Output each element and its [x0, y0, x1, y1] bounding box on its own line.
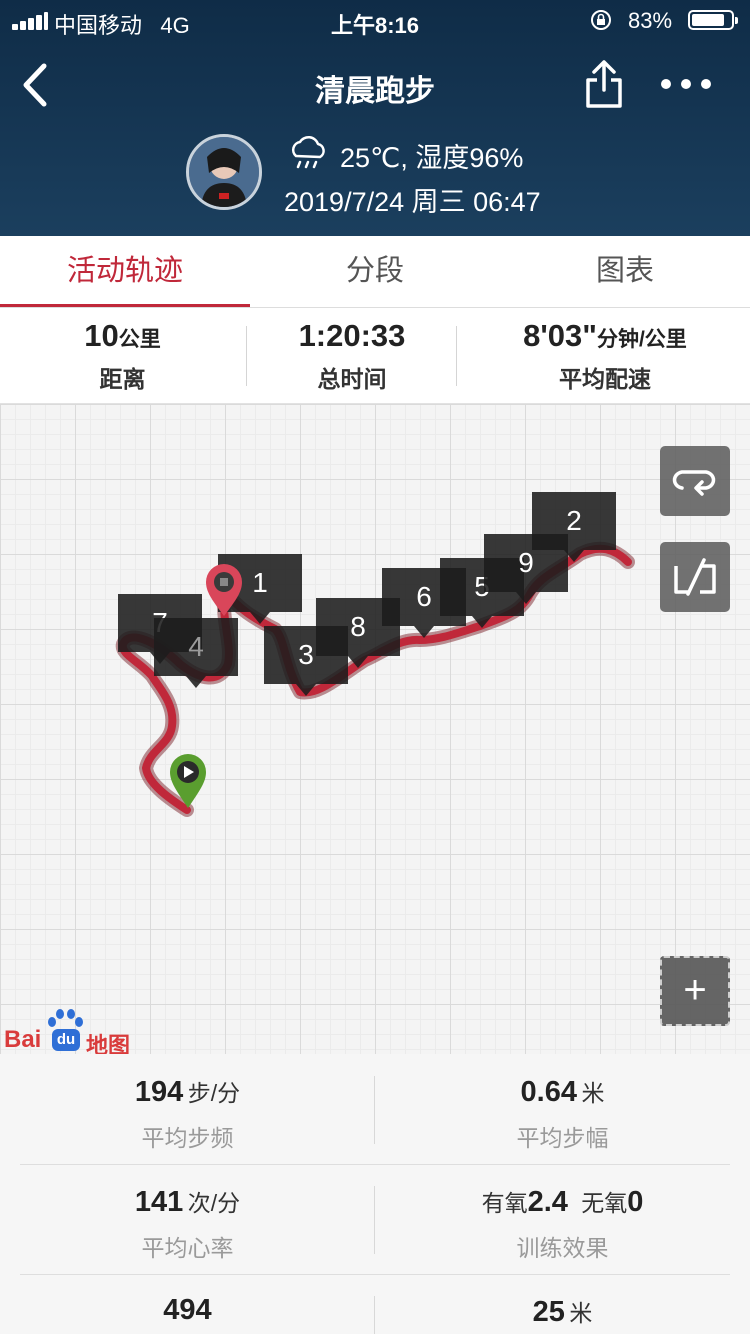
map-layer-toggle-button[interactable]: [660, 542, 730, 612]
tab-bar: 活动轨迹 分段 图表: [0, 236, 750, 308]
row-divider: [20, 1274, 730, 1275]
avg-heart-rate-label: 平均心率: [141, 1235, 234, 1261]
cloud-rain-icon: [291, 135, 325, 169]
distance-label: 距离: [99, 366, 146, 392]
more-button[interactable]: [656, 66, 716, 102]
rotation-lock-icon: [591, 10, 611, 30]
header: 中国移动 4G 上午8:16 83% 清晨跑步 25℃, 湿度96% 2019/…: [0, 0, 750, 236]
total-time-value: 1:20:33: [298, 318, 406, 353]
stats-panel: 194 步/分 平均步频 0.64 米 平均步幅 141 次/分 平均心率 有氧…: [0, 1054, 750, 1334]
row-divider: [20, 1164, 730, 1165]
route-track: [115, 541, 635, 817]
total-time-label: 总时间: [317, 366, 387, 392]
pace-unit: 分钟/公里: [596, 328, 687, 351]
pace-summary: 8'03"分钟/公里 平均配速: [480, 318, 730, 394]
baidu-logo-text: Bai: [4, 1026, 42, 1053]
end-marker-icon: [206, 564, 242, 616]
stat-row3-right: 25 米: [375, 1294, 750, 1329]
activity-datetime: 2019/7/24 周三 06:47: [284, 187, 541, 217]
baidu-map-label: 地图: [86, 1033, 131, 1054]
avg-heart-rate-unit: 次/分: [187, 1190, 241, 1216]
route-map[interactable]: 7 4 1 3 8 6 5 9 2 + Bai du 地图: [0, 404, 750, 1054]
divider: [246, 326, 247, 386]
total-time-summary: 1:20:33 总时间: [262, 318, 442, 394]
anaerobic-value: 0: [627, 1186, 644, 1218]
distance-value: 10: [84, 318, 119, 353]
page-title: 清晨跑步: [315, 75, 435, 108]
avg-stride-unit: 米: [581, 1080, 605, 1106]
zoom-in-button[interactable]: +: [660, 956, 730, 1026]
tab-splits[interactable]: 分段: [250, 236, 500, 308]
summary-bar: 10公里 距离 1:20:33 总时间 8'03"分钟/公里 平均配速: [0, 308, 750, 404]
status-bar: 中国移动 4G 上午8:16 83%: [0, 0, 750, 40]
stat-row3-right-unit: 米: [569, 1300, 593, 1326]
aerobic-label: 有氧: [481, 1190, 528, 1216]
avg-cadence-label: 平均步频: [141, 1125, 234, 1151]
anaerobic-label: 无氧: [581, 1190, 628, 1216]
km-marker: 2: [532, 492, 616, 562]
avg-cadence-unit: 步/分: [187, 1080, 241, 1106]
tab-charts[interactable]: 图表: [500, 236, 750, 308]
distance-unit: 公里: [118, 328, 161, 351]
stat-row3-left: 494: [0, 1294, 375, 1327]
battery-icon: [688, 10, 738, 30]
training-effect-stat: 有氧2.4 无氧0 训练效果: [375, 1184, 750, 1263]
pace-value: 8'03": [523, 318, 597, 353]
share-button[interactable]: [582, 58, 626, 110]
avg-heart-rate-value: 141: [134, 1186, 184, 1218]
weather-info: 25℃, 湿度96%: [340, 143, 524, 173]
baidu-logo-du: du: [52, 1029, 80, 1051]
training-effect-label: 训练效果: [516, 1235, 609, 1261]
avg-cadence-stat: 194 步/分 平均步频: [0, 1074, 375, 1153]
start-marker-icon: [170, 754, 206, 808]
avg-cadence-value: 194: [134, 1076, 184, 1108]
tab-activity-track[interactable]: 活动轨迹: [0, 236, 250, 308]
aerobic-value: 2.4: [527, 1186, 568, 1218]
avg-stride-label: 平均步幅: [516, 1125, 609, 1151]
divider: [456, 326, 457, 386]
avg-stride-stat: 0.64 米 平均步幅: [375, 1074, 750, 1153]
stat-row3-right-value: 25: [532, 1296, 565, 1328]
distance-summary: 10公里 距离: [40, 318, 205, 394]
km-marker: 4: [154, 618, 238, 688]
replay-button[interactable]: [660, 446, 730, 516]
stat-row3-left-value: 494: [163, 1294, 212, 1326]
avatar[interactable]: [186, 134, 262, 210]
avg-heart-rate-stat: 141 次/分 平均心率: [0, 1184, 375, 1263]
pace-label: 平均配速: [559, 366, 651, 392]
battery-percent: 83%: [628, 8, 673, 33]
avg-stride-value: 0.64: [520, 1076, 577, 1108]
